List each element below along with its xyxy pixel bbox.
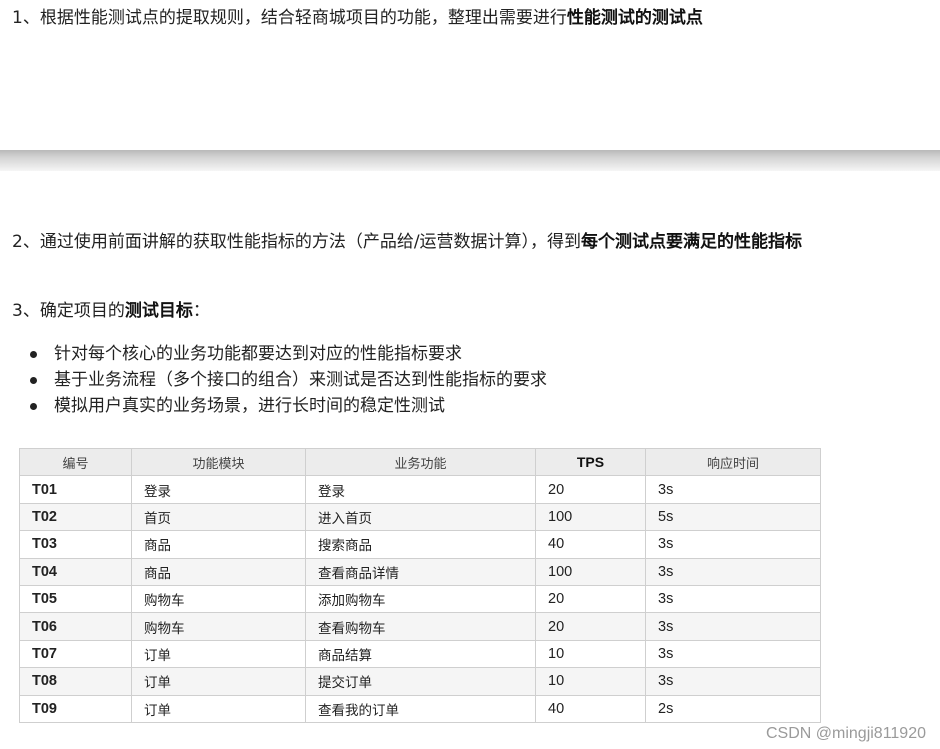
- cell-tps: 100: [535, 502, 646, 532]
- watermark: CSDN @mingji811920: [765, 725, 926, 742]
- cell-function: 登录: [305, 475, 536, 504]
- table-row: T02 首页 进入首页 100 5s: [19, 502, 821, 532]
- cell-module: 商品: [131, 530, 306, 559]
- cell-tps: 20: [535, 612, 646, 641]
- cell-response-time: 3s: [645, 667, 821, 696]
- list-item: 基于业务流程（多个接口的组合）来测试是否达到性能指标的要求: [30, 367, 547, 393]
- table-row: T04 商品 查看商品详情 100 3s: [19, 557, 821, 586]
- cell-response-time: 5s: [645, 502, 821, 532]
- list-item: 针对每个核心的业务功能都要达到对应的性能指标要求: [30, 341, 547, 367]
- cell-function: 进入首页: [305, 502, 536, 532]
- cell-tps: 10: [535, 667, 646, 696]
- cell-module: 首页: [131, 502, 306, 532]
- section-1-bold: 性能测试的测试点: [566, 8, 703, 28]
- list-item-text: 模拟用户真实的业务场景，进行长时间的稳定性测试: [54, 396, 445, 416]
- cell-function: 查看我的订单: [305, 694, 536, 723]
- table-row: T07 订单 商品结算 10 3s: [19, 639, 821, 669]
- cell-tps: 20: [535, 584, 646, 614]
- cell-response-time: 3s: [645, 584, 821, 614]
- cell-response-time: 3s: [645, 612, 821, 641]
- section-1-paragraph: 1、根据性能测试点的提取规则，结合轻商城项目的功能，整理出需要进行性能测试的测试…: [12, 5, 703, 31]
- cell-function: 查看购物车: [305, 612, 536, 641]
- cell-id: T08: [19, 667, 132, 696]
- cell-module: 订单: [131, 639, 306, 669]
- bullet-icon: [30, 351, 37, 358]
- cell-module: 订单: [131, 667, 306, 696]
- test-goals-list: 针对每个核心的业务功能都要达到对应的性能指标要求 基于业务流程（多个接口的组合）…: [30, 341, 547, 419]
- cell-response-time: 3s: [645, 530, 821, 559]
- list-item-text: 基于业务流程（多个接口的组合）来测试是否达到性能指标的要求: [54, 370, 547, 390]
- section-divider: [0, 150, 940, 171]
- cell-tps: 40: [535, 530, 646, 559]
- column-header-tps: TPS: [535, 447, 646, 477]
- cell-id: T01: [19, 475, 132, 504]
- section-3-suffix: ：: [192, 301, 210, 321]
- cell-id: T09: [19, 694, 132, 723]
- column-header-response-time: 响应时间: [645, 447, 821, 477]
- table-row: T08 订单 提交订单 10 3s: [19, 667, 821, 696]
- cell-id: T04: [19, 557, 132, 586]
- cell-response-time: 3s: [645, 557, 821, 586]
- column-header-function: 业务功能: [305, 447, 536, 477]
- cell-id: T02: [19, 502, 132, 532]
- table-row: T01 登录 登录 20 3s: [19, 475, 821, 504]
- cell-id: T06: [19, 612, 132, 641]
- cell-id: T07: [19, 639, 132, 669]
- table-body: T01 登录 登录 20 3s T02 首页 进入首页 100 5s T03 商品 搜索商品 40 3s T0…: [19, 475, 821, 723]
- bullet-icon: [30, 403, 37, 410]
- table-row: T05 购物车 添加购物车 20 3s: [19, 584, 821, 614]
- list-item-text: 针对每个核心的业务功能都要达到对应的性能指标要求: [54, 344, 462, 364]
- column-header-id: 编号: [19, 447, 132, 477]
- section-2-text: 2、通过使用前面讲解的获取性能指标的方法（产品给/运营数据计算），得到: [12, 232, 582, 252]
- cell-tps: 10: [535, 639, 646, 669]
- section-2-paragraph: 2、通过使用前面讲解的获取性能指标的方法（产品给/运营数据计算），得到每个测试点…: [12, 229, 842, 255]
- cell-response-time: 3s: [645, 639, 821, 669]
- section-2-bold: 每个测试点要满足的性能指标: [581, 232, 803, 252]
- list-item: 模拟用户真实的业务场景，进行长时间的稳定性测试: [30, 393, 547, 419]
- section-3-paragraph: 3、确定项目的测试目标：: [12, 298, 210, 324]
- cell-function: 提交订单: [305, 667, 536, 696]
- cell-response-time: 2s: [645, 694, 821, 723]
- cell-tps: 20: [535, 475, 646, 504]
- cell-module: 商品: [131, 557, 306, 586]
- cell-function: 商品结算: [305, 639, 536, 669]
- section-3-bold: 测试目标: [124, 301, 193, 321]
- cell-tps: 100: [535, 557, 646, 586]
- cell-module: 登录: [131, 475, 306, 504]
- cell-function: 搜索商品: [305, 530, 536, 559]
- cell-module: 购物车: [131, 584, 306, 614]
- cell-id: T03: [19, 530, 132, 559]
- cell-id: T05: [19, 584, 132, 614]
- cell-tps: 40: [535, 694, 646, 723]
- cell-function: 添加购物车: [305, 584, 536, 614]
- cell-function: 查看商品详情: [305, 557, 536, 586]
- column-header-module: 功能模块: [131, 447, 306, 477]
- table-header-row: 编号 功能模块 业务功能 TPS 响应时间: [19, 447, 821, 477]
- cell-module: 订单: [131, 694, 306, 723]
- section-3-text: 3、确定项目的: [12, 301, 125, 321]
- performance-metrics-table: 编号 功能模块 业务功能 TPS 响应时间 T01 登录 登录 20 3s T02 首页 进入…: [19, 447, 821, 723]
- table-row: T09 订单 查看我的订单 40 2s: [19, 694, 821, 723]
- bullet-icon: [30, 377, 37, 384]
- section-1-text: 1、根据性能测试点的提取规则，结合轻商城项目的功能，整理出需要进行: [12, 8, 567, 28]
- cell-module: 购物车: [131, 612, 306, 641]
- table-row: T06 购物车 查看购物车 20 3s: [19, 612, 821, 641]
- cell-response-time: 3s: [645, 475, 821, 504]
- table-row: T03 商品 搜索商品 40 3s: [19, 530, 821, 559]
